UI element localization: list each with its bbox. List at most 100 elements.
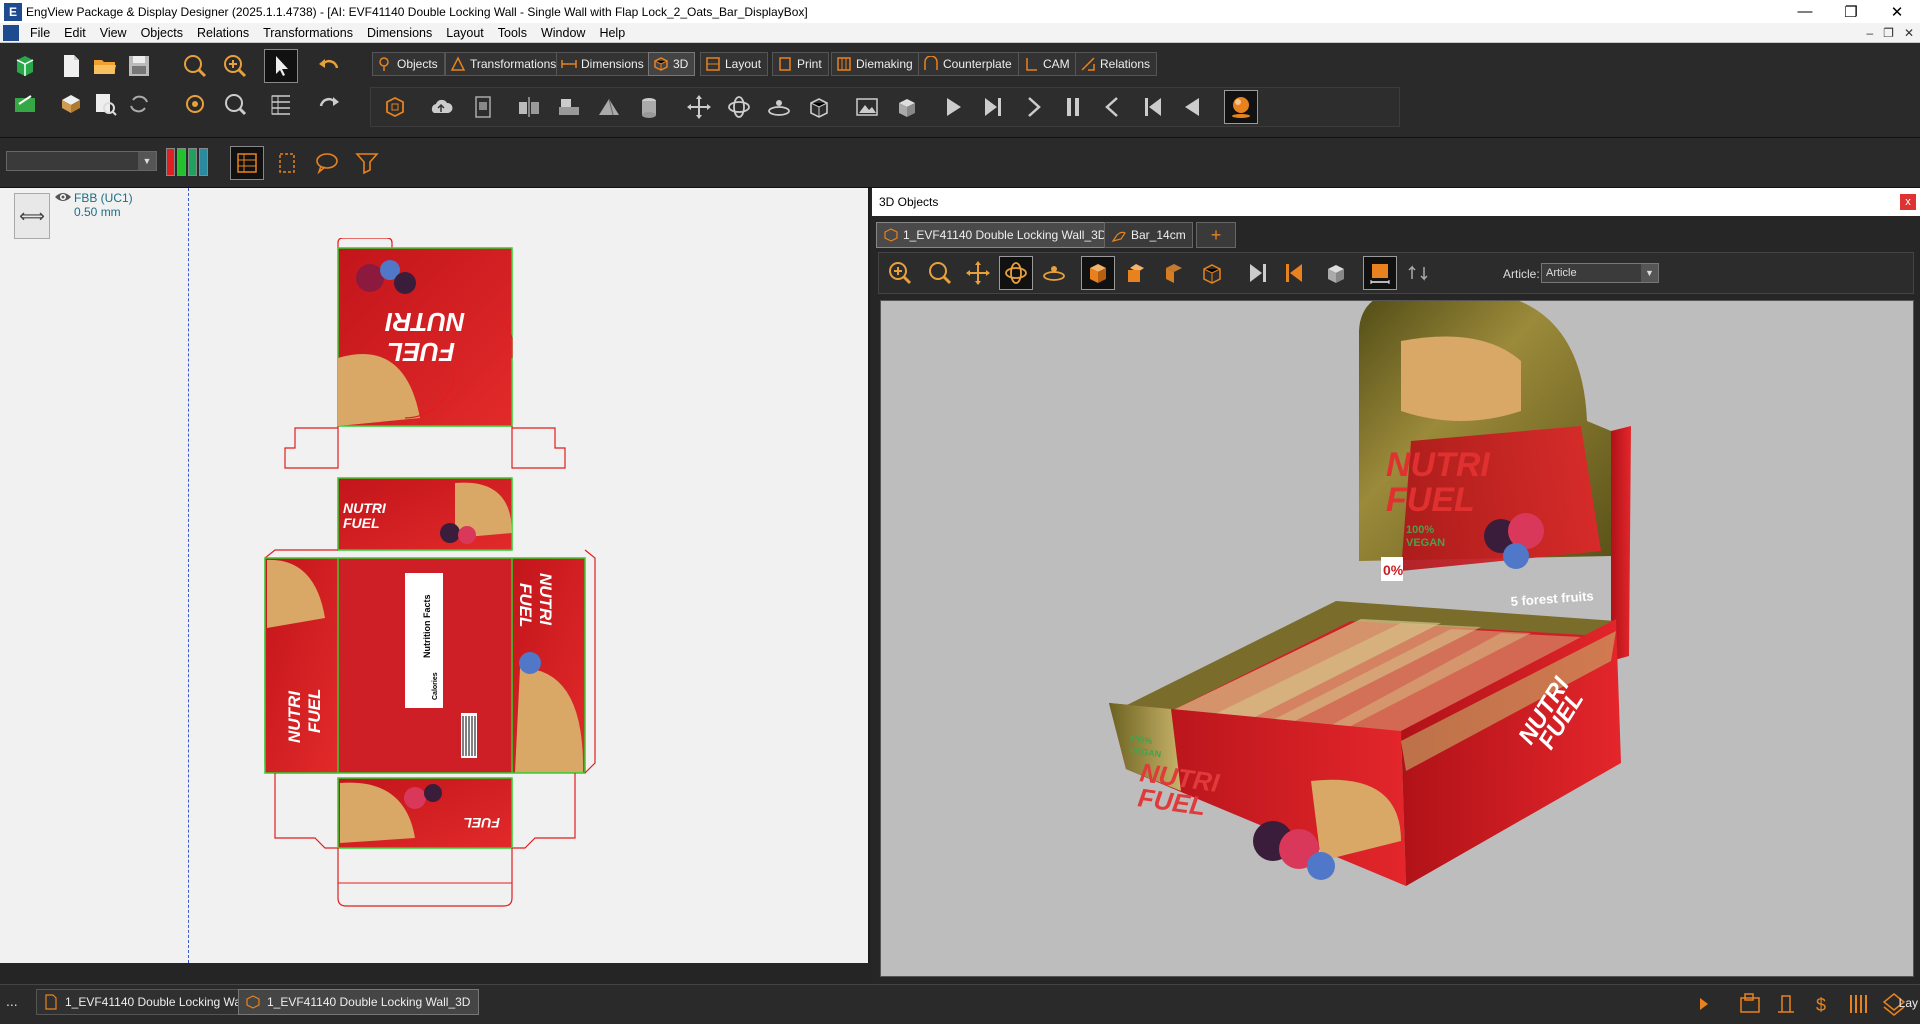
layer-color-green[interactable]: [177, 148, 186, 176]
tabs-scroll-right-icon[interactable]: [1690, 989, 1718, 1019]
mdi-minimize-button[interactable]: –: [1866, 26, 1873, 40]
new-project-icon[interactable]: [8, 49, 42, 83]
show-layers-icon[interactable]: [230, 146, 264, 180]
columns-tool-icon[interactable]: [1840, 989, 1876, 1019]
layer-color-red[interactable]: [166, 148, 175, 176]
zoom-in-icon[interactable]: [218, 49, 252, 83]
view-wireframe-icon[interactable]: [1195, 256, 1229, 290]
mdi-close-button[interactable]: ✕: [1904, 26, 1914, 40]
3d-viewport[interactable]: NUTRI FUEL 100% VEGAN 0% 5 forest fruits: [880, 300, 1914, 977]
play-icon[interactable]: [936, 90, 970, 124]
print-preview-icon[interactable]: [88, 87, 122, 121]
fold-angle-icon[interactable]: [592, 90, 626, 124]
construct-3d-icon[interactable]: [378, 90, 412, 124]
new-file-icon[interactable]: [54, 49, 88, 83]
tab-objects[interactable]: Objects: [372, 52, 445, 76]
tab-counterplate[interactable]: Counterplate: [918, 52, 1019, 76]
menu-window[interactable]: Window: [534, 26, 592, 40]
menu-relations[interactable]: Relations: [190, 26, 256, 40]
design-canvas[interactable]: ⟺ FBB (UC1) 0.50 mm NUTRI FUEL NUTRI FUE…: [0, 188, 870, 963]
tab-3d-object[interactable]: 1_EVF41140 Double Locking Wall_3D: [876, 222, 1114, 248]
viewer-rotate-icon[interactable]: [999, 256, 1033, 290]
layer-grid-icon[interactable]: [270, 146, 304, 180]
cylinder-icon[interactable]: [632, 90, 666, 124]
zoom-previous-icon[interactable]: [218, 87, 252, 121]
filter-icon[interactable]: [350, 146, 384, 180]
more-tabs-button[interactable]: ...: [6, 993, 18, 1009]
step-back-icon[interactable]: [1096, 90, 1130, 124]
open-folder-icon[interactable]: [88, 49, 122, 83]
refresh-icon[interactable]: [122, 87, 156, 121]
open-design-icon[interactable]: [8, 87, 42, 121]
viewer-skip-start-icon[interactable]: [1277, 256, 1311, 290]
cost-tool-icon[interactable]: $: [1804, 989, 1840, 1019]
menu-help[interactable]: Help: [592, 26, 632, 40]
play-reverse-icon[interactable]: [1176, 90, 1210, 124]
doc-tab-design[interactable]: 1_EVF41140 Double Locking Wall: [36, 989, 256, 1015]
layout-tool-icon[interactable]: [1732, 989, 1768, 1019]
menu-objects[interactable]: Objects: [134, 26, 190, 40]
zoom-fit-icon[interactable]: [178, 87, 212, 121]
redo-icon[interactable]: [312, 87, 346, 121]
layer-color-teal[interactable]: [199, 148, 208, 176]
undo-icon[interactable]: [312, 49, 346, 83]
add-object-button[interactable]: +: [1196, 222, 1236, 248]
maximize-button[interactable]: ❐: [1828, 0, 1874, 23]
save-icon[interactable]: [122, 49, 156, 83]
tab-dimensions[interactable]: Dimensions: [556, 52, 651, 76]
menu-tools[interactable]: Tools: [491, 26, 534, 40]
step-forward-icon[interactable]: [1016, 90, 1050, 124]
mdi-restore-button[interactable]: ❐: [1883, 26, 1894, 40]
cloud-upload-icon[interactable]: [424, 90, 458, 124]
rotate-3d-icon[interactable]: [722, 90, 756, 124]
symmetry-toggle-icon[interactable]: ⟺: [14, 193, 50, 239]
move-3d-icon[interactable]: [682, 90, 716, 124]
menu-view[interactable]: View: [93, 26, 134, 40]
pause-icon[interactable]: [1056, 90, 1090, 124]
sheet-tool-icon[interactable]: [1768, 989, 1804, 1019]
grid-icon[interactable]: [264, 87, 298, 121]
menu-dimensions[interactable]: Dimensions: [360, 26, 439, 40]
eye-icon[interactable]: [54, 190, 72, 204]
viewer-orbit-icon[interactable]: [1037, 256, 1071, 290]
tab-diemaking[interactable]: Diemaking: [831, 52, 920, 76]
view-side-icon[interactable]: [1157, 256, 1191, 290]
view-iso-icon[interactable]: [1081, 256, 1115, 290]
tab-layout[interactable]: Layout: [700, 52, 769, 76]
box-wireframe-icon[interactable]: [802, 90, 836, 124]
comment-icon[interactable]: [310, 146, 344, 180]
dieline-drawing[interactable]: NUTRI FUEL NUTRI FUEL NUTRI FUEL Nutriti…: [255, 238, 615, 938]
flip-arrows-icon[interactable]: [1401, 256, 1435, 290]
export-3d-icon[interactable]: [466, 90, 500, 124]
view-front-icon[interactable]: [1119, 256, 1153, 290]
tab-transformations[interactable]: Transformations: [445, 52, 564, 76]
dimension-view-icon[interactable]: [1363, 256, 1397, 290]
document-menu-icon[interactable]: [3, 24, 19, 41]
viewer-zoom-icon[interactable]: [923, 256, 957, 290]
minimize-button[interactable]: —: [1782, 0, 1828, 23]
tab-bar-object[interactable]: Bar_14cm: [1104, 222, 1193, 248]
skip-to-end-icon[interactable]: [976, 90, 1010, 124]
viewer-box-solid-icon[interactable]: [1319, 256, 1353, 290]
tab-relations[interactable]: Relations: [1075, 52, 1158, 76]
layer-color-darkgreen[interactable]: [188, 148, 197, 176]
tab-print[interactable]: Print: [772, 52, 829, 76]
zoom-icon[interactable]: [178, 49, 212, 83]
menu-transformations[interactable]: Transformations: [256, 26, 360, 40]
article-select[interactable]: Article ▼: [1541, 263, 1659, 283]
menu-layout[interactable]: Layout: [439, 26, 491, 40]
render-sphere-icon[interactable]: [1224, 90, 1258, 124]
viewer-pan-icon[interactable]: [961, 256, 995, 290]
tab-cam[interactable]: CAM: [1018, 52, 1077, 76]
select-pointer-icon[interactable]: [264, 49, 298, 83]
orbit-icon[interactable]: [762, 90, 796, 124]
doc-tab-3d[interactable]: 1_EVF41140 Double Locking Wall_3D: [238, 989, 480, 1015]
skip-to-start-icon[interactable]: [1136, 90, 1170, 124]
image-icon[interactable]: [850, 90, 884, 124]
tab-3d[interactable]: 3D: [648, 52, 696, 76]
menu-edit[interactable]: Edit: [57, 26, 93, 40]
panel-close-button[interactable]: x: [1900, 194, 1916, 210]
fold-edge-icon[interactable]: [552, 90, 586, 124]
layer-select[interactable]: ▼: [6, 151, 157, 171]
menu-file[interactable]: File: [23, 26, 57, 40]
